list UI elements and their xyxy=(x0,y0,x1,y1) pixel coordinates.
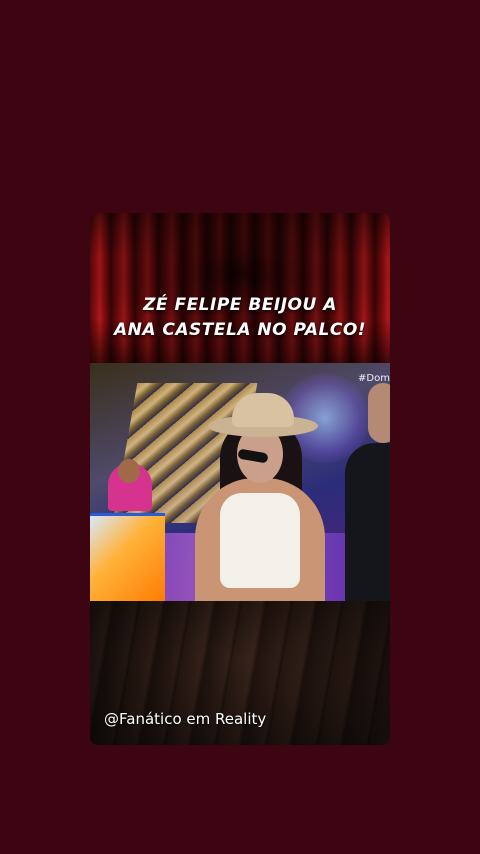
headline-line-1: ZÉ FELIPE BEIJOU A xyxy=(143,295,337,315)
background-person-head xyxy=(118,459,140,483)
story-card[interactable]: ZÉ FELIPE BEIJOU A ANA CASTELA NO PALCO!… xyxy=(90,213,390,745)
singer-white-top xyxy=(220,493,300,588)
right-person-head xyxy=(368,383,390,443)
cowboy-hat-crown xyxy=(232,393,294,427)
headline-line-2: ANA CASTELA NO PALCO! xyxy=(113,320,367,340)
headline: ZÉ FELIPE BEIJOU A ANA CASTELA NO PALCO! xyxy=(90,293,390,343)
right-person xyxy=(345,443,390,601)
video-frame[interactable]: #Domi xyxy=(90,363,390,601)
watermark-handle: @Fanático em Reality xyxy=(104,710,267,728)
video-hashtag: #Domi xyxy=(358,373,390,384)
neon-stage-panel xyxy=(90,513,165,601)
story-page: ZÉ FELIPE BEIJOU A ANA CASTELA NO PALCO!… xyxy=(0,0,480,854)
